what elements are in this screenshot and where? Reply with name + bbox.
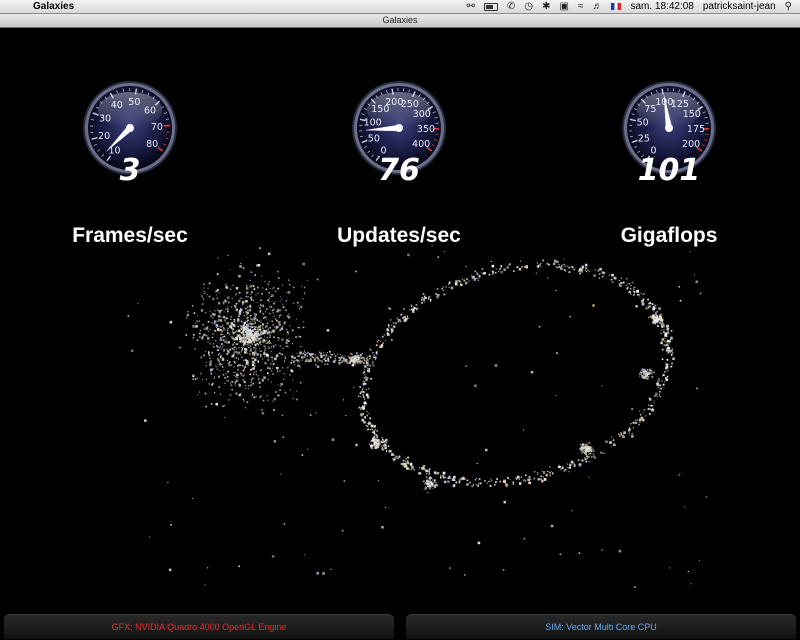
gauge-tick-label: 175 [687, 124, 705, 135]
gauge-glare [637, 92, 701, 128]
gauge-tick-label: 25 [638, 133, 650, 144]
gauge-tick-label: 350 [417, 124, 435, 135]
sim-engine-text: SIM: Vector Multi Core CPU [545, 622, 657, 632]
sim-status-bar: SIM: Vector Multi Core CPU [406, 614, 796, 639]
gfx-engine-text: GFX: NVIDIA Quadro 4000 OpenGL Engine [111, 622, 287, 632]
menu-user[interactable]: patricksaint-jean [703, 0, 776, 13]
display-icon[interactable]: ▣ [560, 0, 569, 13]
gauge-tick-label: 70 [151, 122, 163, 133]
window-title-bar[interactable]: Galaxies [0, 14, 800, 28]
menu-bar: Galaxies ⚯ ✆ ◷ ✱ ▣ ≈ ♬ sam. 18:42:08 pat… [0, 0, 800, 14]
status-area: ⚯ ✆ ◷ ✱ ▣ ≈ ♬ sam. 18:42:08 patricksaint… [467, 0, 792, 13]
accessibility-icon[interactable]: ⚯ [467, 0, 475, 13]
gauge-tick-label: 80 [146, 139, 158, 150]
spotlight-icon[interactable]: ⚲ [785, 0, 792, 13]
gauge-glare [98, 92, 162, 128]
flag-fr-icon[interactable] [611, 3, 622, 10]
gauge-tick-label: 400 [412, 139, 430, 150]
gauge-updates-value: 76 [378, 153, 420, 188]
label-updates-per-sec: Updates/sec [337, 224, 461, 247]
gfx-status-bar: GFX: NVIDIA Quadro 4000 OpenGL Engine [4, 614, 394, 639]
gauge-glare [367, 92, 431, 128]
gauge-tick [435, 133, 439, 136]
wifi-icon[interactable]: ≈ [578, 0, 584, 13]
gauge-gigaflops-value: 101 [637, 153, 701, 188]
bluetooth-icon[interactable]: ✱ [542, 0, 550, 13]
volume-icon[interactable]: ♬ [592, 0, 602, 13]
battery-icon[interactable] [484, 2, 499, 11]
menu-clock[interactable]: sam. 18:42:08 [630, 0, 693, 13]
app-menu[interactable]: Galaxies [33, 0, 74, 13]
window-title: Galaxies [382, 15, 418, 25]
gauge-frames-value: 3 [119, 153, 141, 188]
time-machine-icon[interactable]: ◷ [524, 0, 533, 13]
phone-icon[interactable]: ✆ [507, 0, 515, 13]
gauge-tick-label: 50 [368, 133, 380, 144]
gauge-tick-label: 200 [682, 139, 700, 150]
gauge-tick-label: 20 [98, 131, 110, 142]
label-frames-per-sec: Frames/sec [72, 224, 188, 247]
label-gigaflops: Gigaflops [620, 224, 718, 247]
gauge-tick [705, 133, 709, 136]
